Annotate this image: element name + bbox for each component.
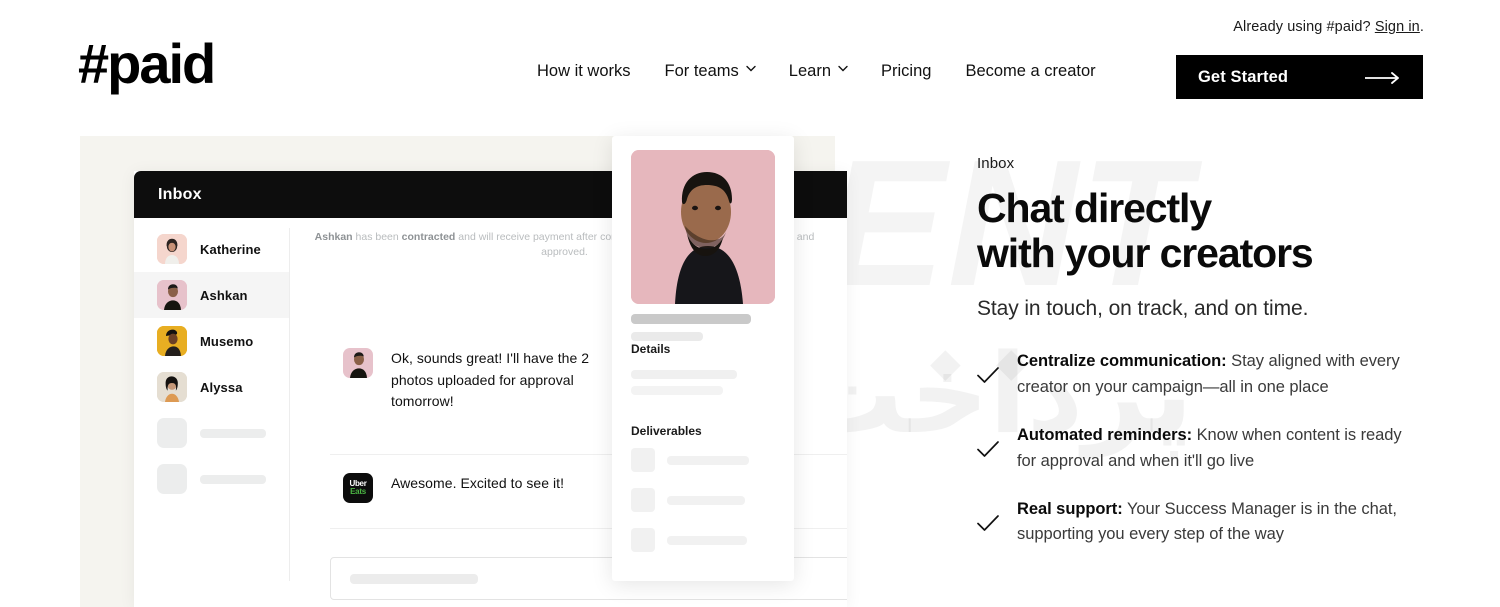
system-message-name: Ashkan (314, 231, 353, 243)
list-item-skeleton (134, 410, 290, 456)
nav-item-become-a-creator[interactable]: Become a creator (948, 62, 1112, 81)
nav-label: Learn (788, 62, 831, 80)
creator-photo (631, 150, 775, 304)
deliverable-line (667, 536, 747, 545)
avatar (157, 326, 187, 356)
system-message-part: has been (352, 231, 402, 243)
signin-period: . (1419, 19, 1424, 35)
page-title: Chat directly with your creators (977, 186, 1407, 275)
get-started-button[interactable]: Get Started (1176, 55, 1423, 99)
list-item[interactable]: Katherine (134, 226, 290, 272)
message-input-placeholder (350, 574, 478, 584)
subheadline: Stay in touch, on track, and on time. (977, 297, 1309, 321)
check-icon (977, 441, 999, 464)
deliverable-item[interactable] (631, 488, 775, 516)
list-item-label: Ashkan (200, 287, 248, 303)
nav-label: Pricing (881, 62, 932, 80)
signin-prompt: Already using #paid? (1233, 19, 1371, 35)
list-item: Real support: Your Success Manager is in… (977, 497, 1407, 548)
arrow-right-icon (1364, 71, 1401, 84)
hero-copy: Inbox Chat directly with your creators S… (977, 155, 1407, 571)
eyebrow-label: Inbox (977, 155, 1015, 172)
system-message-emph: contracted (401, 231, 456, 243)
feature-text: Real support: Your Success Manager is in… (1017, 497, 1407, 548)
list-item: Centralize communication: Stay aligned w… (977, 349, 1407, 400)
check-icon (977, 367, 999, 390)
deliverables-heading: Deliverables (631, 424, 702, 438)
avatar (157, 372, 187, 402)
deliverable-thumb (631, 528, 655, 552)
chevron-down-icon (838, 65, 848, 74)
list-item[interactable]: Alyssa (134, 364, 290, 410)
message-bubble: Uber Eats Awesome. Excited to see it! (343, 473, 564, 503)
deliverable-item[interactable] (631, 448, 775, 476)
feature-title: Real support: (1017, 500, 1123, 518)
avatar-placeholder (157, 418, 187, 448)
app-topbar-title: Inbox (158, 185, 202, 203)
list-item: Automated reminders: Know when content i… (977, 423, 1407, 474)
ubereats-line2: Eats (350, 487, 366, 496)
site-header: Already using #paid? Sign in. #paid How … (0, 0, 1500, 118)
details-heading: Details (631, 342, 671, 356)
nav-item-for-teams[interactable]: For teams (648, 62, 772, 81)
ubereats-logo-icon: Uber Eats (343, 473, 373, 503)
detail-line-placeholder (631, 386, 723, 395)
list-item[interactable]: Ashkan (134, 272, 290, 318)
page-root: 20PAYMENT پرداخت‌خودکار ◆ ◆ Already usin… (0, 0, 1500, 607)
headline-line-1: Chat directly (977, 185, 1212, 231)
nav-label: How it works (537, 62, 631, 80)
deliverable-thumb (631, 448, 655, 472)
deliverable-thumb (631, 488, 655, 512)
list-item-label: Katherine (200, 241, 261, 257)
feature-text: Centralize communication: Stay aligned w… (1017, 349, 1407, 400)
nav-label: Become a creator (965, 62, 1096, 80)
creator-detail-card: Details Deliverables (612, 136, 794, 581)
deliverable-line (667, 456, 749, 465)
avatar-placeholder (157, 464, 187, 494)
list-item-label: Alyssa (200, 379, 243, 395)
subtitle-placeholder (631, 332, 703, 341)
avatar (157, 280, 187, 310)
list-item-skeleton (134, 456, 290, 502)
feature-title: Centralize communication: (1017, 352, 1227, 371)
signin-row: Already using #paid? Sign in. (1233, 19, 1424, 35)
nav-item-learn[interactable]: Learn (772, 62, 864, 81)
list-item[interactable]: Musemo (134, 318, 290, 364)
detail-line-placeholder (631, 370, 737, 379)
nav-label: For teams (664, 62, 739, 80)
get-started-label: Get Started (1198, 67, 1289, 86)
deliverable-line (667, 496, 745, 505)
message-bubble: Ok, sounds great! I'll have the 2 photos… (343, 348, 621, 413)
text-placeholder (200, 474, 266, 484)
check-icon (977, 515, 999, 538)
feature-list: Centralize communication: Stay aligned w… (977, 349, 1407, 547)
list-item-label: Musemo (200, 333, 254, 349)
nav-item-how-it-works[interactable]: How it works (520, 62, 648, 81)
text-placeholder (200, 428, 266, 438)
main-nav: How it works For teams Learn Pricing Bec… (520, 62, 1113, 81)
message-text: Ok, sounds great! I'll have the 2 photos… (391, 350, 590, 410)
feature-title: Automated reminders: (1017, 426, 1193, 445)
brand-logo[interactable]: #paid (78, 36, 216, 92)
feature-text: Automated reminders: Know when content i… (1017, 423, 1407, 474)
inbox-conversation-list: Katherine Ashkan Musemo Alyssa (134, 218, 290, 607)
headline-line-2: with your creators (977, 229, 1314, 276)
sign-in-link[interactable]: Sign in (1375, 19, 1420, 35)
avatar (157, 234, 187, 264)
name-placeholder (631, 314, 751, 324)
nav-item-pricing[interactable]: Pricing (864, 62, 948, 81)
message-text: Awesome. Excited to see it! (391, 475, 565, 491)
chevron-down-icon (746, 65, 756, 74)
deliverable-item[interactable] (631, 528, 775, 556)
avatar (343, 348, 373, 378)
